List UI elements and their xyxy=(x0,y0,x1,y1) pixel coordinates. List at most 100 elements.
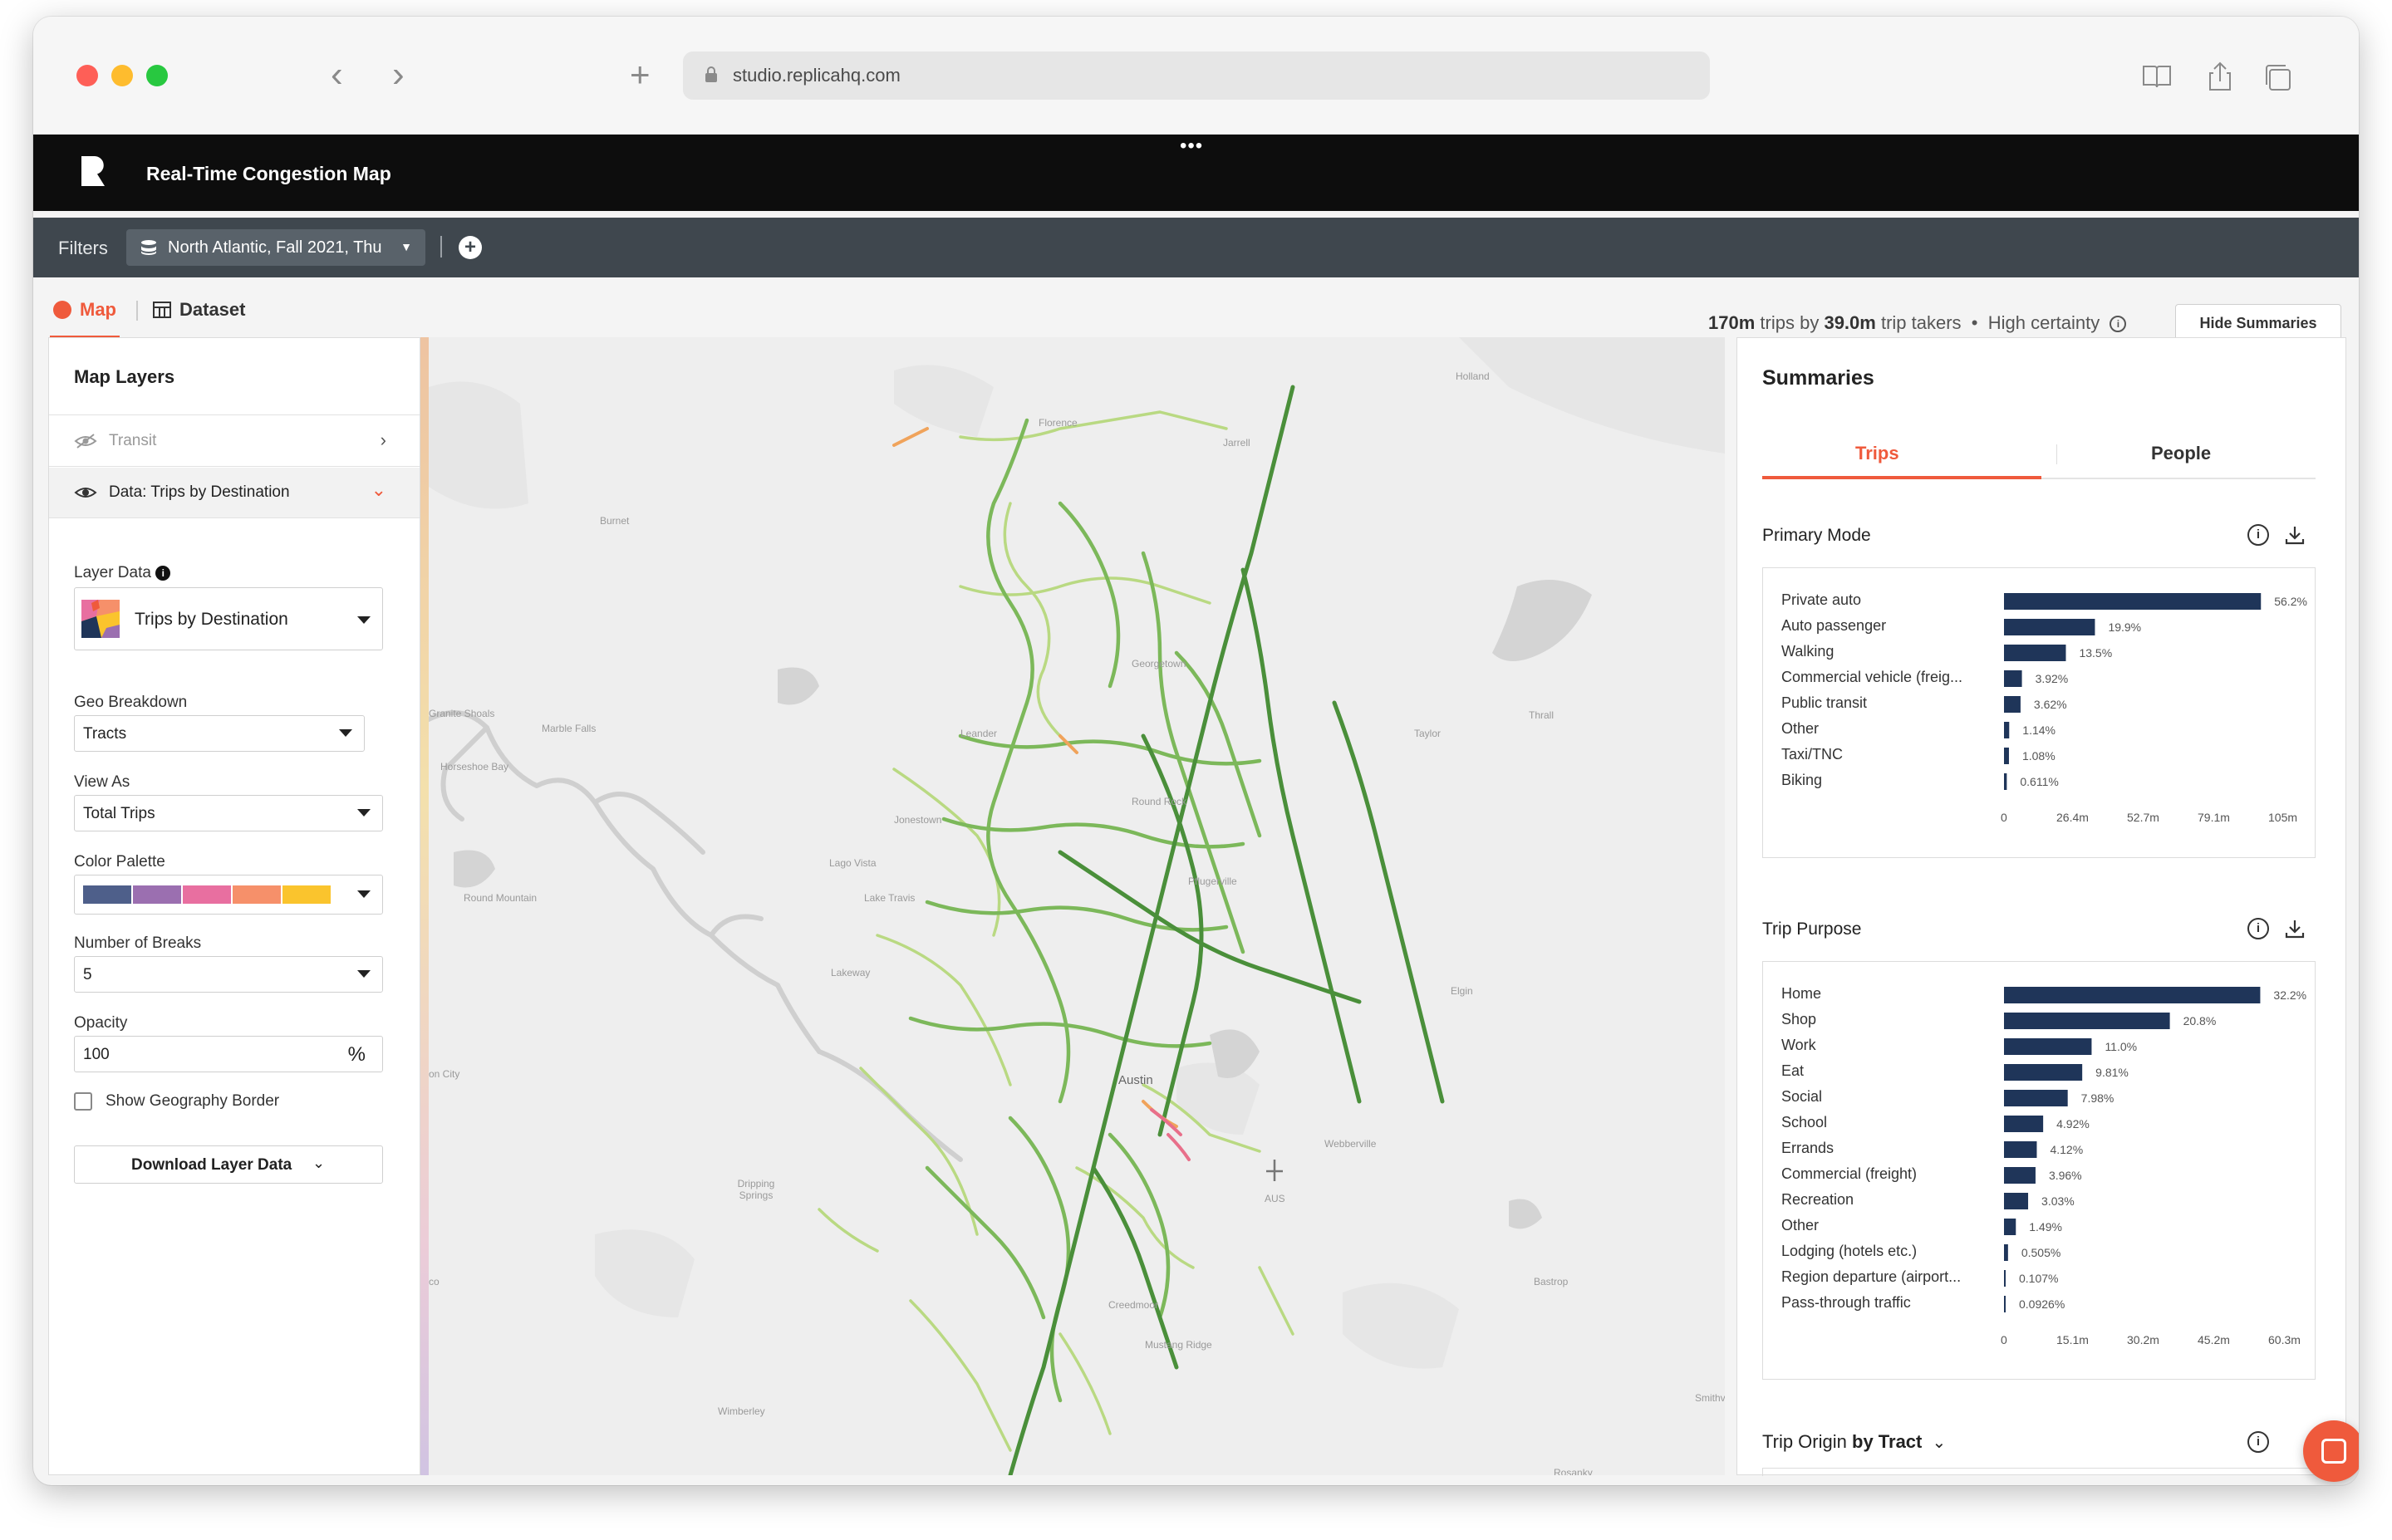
tab-people[interactable]: People xyxy=(2151,443,2211,464)
filters-divider xyxy=(440,236,442,257)
opacity-unit: % xyxy=(347,1043,366,1066)
bar[interactable] xyxy=(2004,593,2262,610)
opacity-label: Opacity xyxy=(74,1014,128,1032)
bar[interactable] xyxy=(2004,987,2261,1003)
bar-category-label: Recreation xyxy=(1781,1191,1854,1208)
map-label-georgetown: Georgetown xyxy=(1132,658,1186,669)
bar-category-label: Commercial vehicle (freig... xyxy=(1781,669,1963,685)
close-window-button[interactable] xyxy=(76,65,98,86)
address-bar[interactable]: studio.replicahq.com xyxy=(683,51,1710,100)
bar[interactable] xyxy=(2004,1038,2092,1055)
share-icon[interactable] xyxy=(2203,60,2237,93)
show-geography-border-checkbox[interactable] xyxy=(74,1092,92,1111)
download-icon[interactable] xyxy=(2284,918,2306,939)
certainty-label: High certainty xyxy=(1987,312,2100,333)
bar-category-label: School xyxy=(1781,1114,1828,1130)
map-label-rosanky: Rosanky xyxy=(1554,1467,1593,1475)
color-palette-select[interactable] xyxy=(74,875,383,915)
bar[interactable] xyxy=(2004,1064,2083,1081)
bar[interactable] xyxy=(2004,722,2010,738)
info-icon[interactable]: i xyxy=(155,565,171,581)
map-label-lake-travis: Lake Travis xyxy=(864,892,916,904)
opacity-value: 100 xyxy=(83,1046,110,1063)
tab-trips[interactable]: Trips xyxy=(1855,443,1899,464)
download-icon[interactable] xyxy=(2284,524,2306,546)
reader-book-icon[interactable] xyxy=(2140,60,2173,93)
layer-row-trips-by-destination[interactable]: Data: Trips by Destination ⌄ xyxy=(49,468,420,517)
download-layer-data-label: Download Layer Data xyxy=(131,1156,292,1174)
map-label-round-mountain: Round Mountain xyxy=(464,892,538,904)
region-filter-dropdown[interactable]: North Atlantic, Fall 2021, Thu ▼ xyxy=(126,229,425,266)
bar[interactable] xyxy=(2004,1090,2068,1106)
info-icon[interactable]: i xyxy=(2247,524,2269,546)
geo-breakdown-select[interactable]: Tracts xyxy=(74,715,365,752)
back-arrow-icon[interactable]: ‹ xyxy=(331,56,343,93)
view-as-label: View As xyxy=(74,773,130,791)
bar-category-label: Commercial (freight) xyxy=(1781,1165,1918,1182)
info-icon[interactable]: i xyxy=(2247,918,2269,939)
more-options-icon[interactable]: ••• xyxy=(1180,135,1203,158)
bar-value-label: 13.5% xyxy=(2079,646,2113,660)
compass-icon xyxy=(53,301,71,319)
palette-swatch xyxy=(133,885,181,904)
chevron-down-icon: ⌄ xyxy=(371,479,386,500)
bar[interactable] xyxy=(2004,670,2022,687)
maximize-window-button[interactable] xyxy=(146,65,168,86)
bar[interactable] xyxy=(2004,1167,2036,1184)
layer-row-transit[interactable]: Transit › xyxy=(49,416,420,466)
bar-value-label: 0.611% xyxy=(2020,775,2059,788)
trip-origin-dropdown[interactable]: Trip Origin by Tract ⌄ xyxy=(1762,1431,1946,1453)
bar[interactable] xyxy=(2004,1270,2006,1287)
bar-category-label: Other xyxy=(1781,1217,1820,1233)
bar[interactable] xyxy=(2004,1193,2029,1209)
replica-logo-icon[interactable] xyxy=(80,154,106,188)
x-tick-label: 60.3m xyxy=(2268,1333,2301,1346)
layer-data-select[interactable]: Trips by Destination xyxy=(74,587,383,650)
tabs-overview-icon[interactable] xyxy=(2262,60,2295,93)
forward-arrow-icon[interactable]: › xyxy=(392,56,405,93)
tab-divider xyxy=(136,301,138,321)
eye-off-icon xyxy=(74,434,97,449)
bar[interactable] xyxy=(2004,748,2009,764)
bar[interactable] xyxy=(2004,645,2066,661)
bar[interactable] xyxy=(2004,1141,2037,1158)
x-tick-label: 105m xyxy=(2268,811,2298,824)
bar[interactable] xyxy=(2004,619,2095,635)
x-tick-label: 79.1m xyxy=(2198,811,2230,824)
minimize-window-button[interactable] xyxy=(111,65,133,86)
bar[interactable] xyxy=(2004,1219,2016,1235)
certainty-info-icon[interactable]: i xyxy=(2110,316,2127,333)
chat-support-button[interactable] xyxy=(2303,1420,2359,1482)
opacity-input[interactable]: 100 % xyxy=(74,1036,383,1072)
bar[interactable] xyxy=(2004,773,2007,790)
map-label-horseshoe-bay: Horseshoe Bay xyxy=(440,761,509,772)
bar[interactable] xyxy=(2004,1244,2008,1261)
divider xyxy=(49,517,420,518)
bar-category-label: Other xyxy=(1781,720,1820,737)
bar-value-label: 20.8% xyxy=(2183,1014,2217,1027)
url-text: studio.replicahq.com xyxy=(733,65,901,86)
congestion-map[interactable]: Holland Florence Jarrell Burnet Georgeto… xyxy=(429,337,1725,1475)
layer-data-field-label: Layer Data i xyxy=(74,564,171,582)
number-of-breaks-value: 5 xyxy=(83,966,92,983)
view-as-select[interactable]: Total Trips xyxy=(74,795,383,831)
map-layers-title: Map Layers xyxy=(74,366,175,387)
bar-category-label: Public transit xyxy=(1781,694,1868,711)
new-tab-plus-icon[interactable]: + xyxy=(630,57,651,92)
bar[interactable] xyxy=(2004,1296,2006,1312)
bar-value-label: 32.2% xyxy=(2273,988,2307,1002)
bar[interactable] xyxy=(2004,1116,2044,1132)
trips-count: 170m xyxy=(1708,312,1756,333)
map-label-bastrop: Bastrop xyxy=(1534,1276,1569,1287)
map-label-burnet: Burnet xyxy=(600,515,630,527)
number-of-breaks-select[interactable]: 5 xyxy=(74,956,383,993)
bar[interactable] xyxy=(2004,696,2021,713)
add-filter-plus-icon[interactable]: + xyxy=(459,236,482,259)
x-tick-label: 0 xyxy=(2001,811,2007,824)
bar[interactable] xyxy=(2004,1013,2170,1029)
map-label-jarrell: Jarrell xyxy=(1223,437,1250,449)
download-layer-data-button[interactable]: Download Layer Data ⌄ xyxy=(74,1145,383,1184)
info-icon[interactable]: i xyxy=(2247,1431,2269,1453)
caret-down-icon xyxy=(357,970,371,978)
map-canvas xyxy=(429,337,1725,1475)
